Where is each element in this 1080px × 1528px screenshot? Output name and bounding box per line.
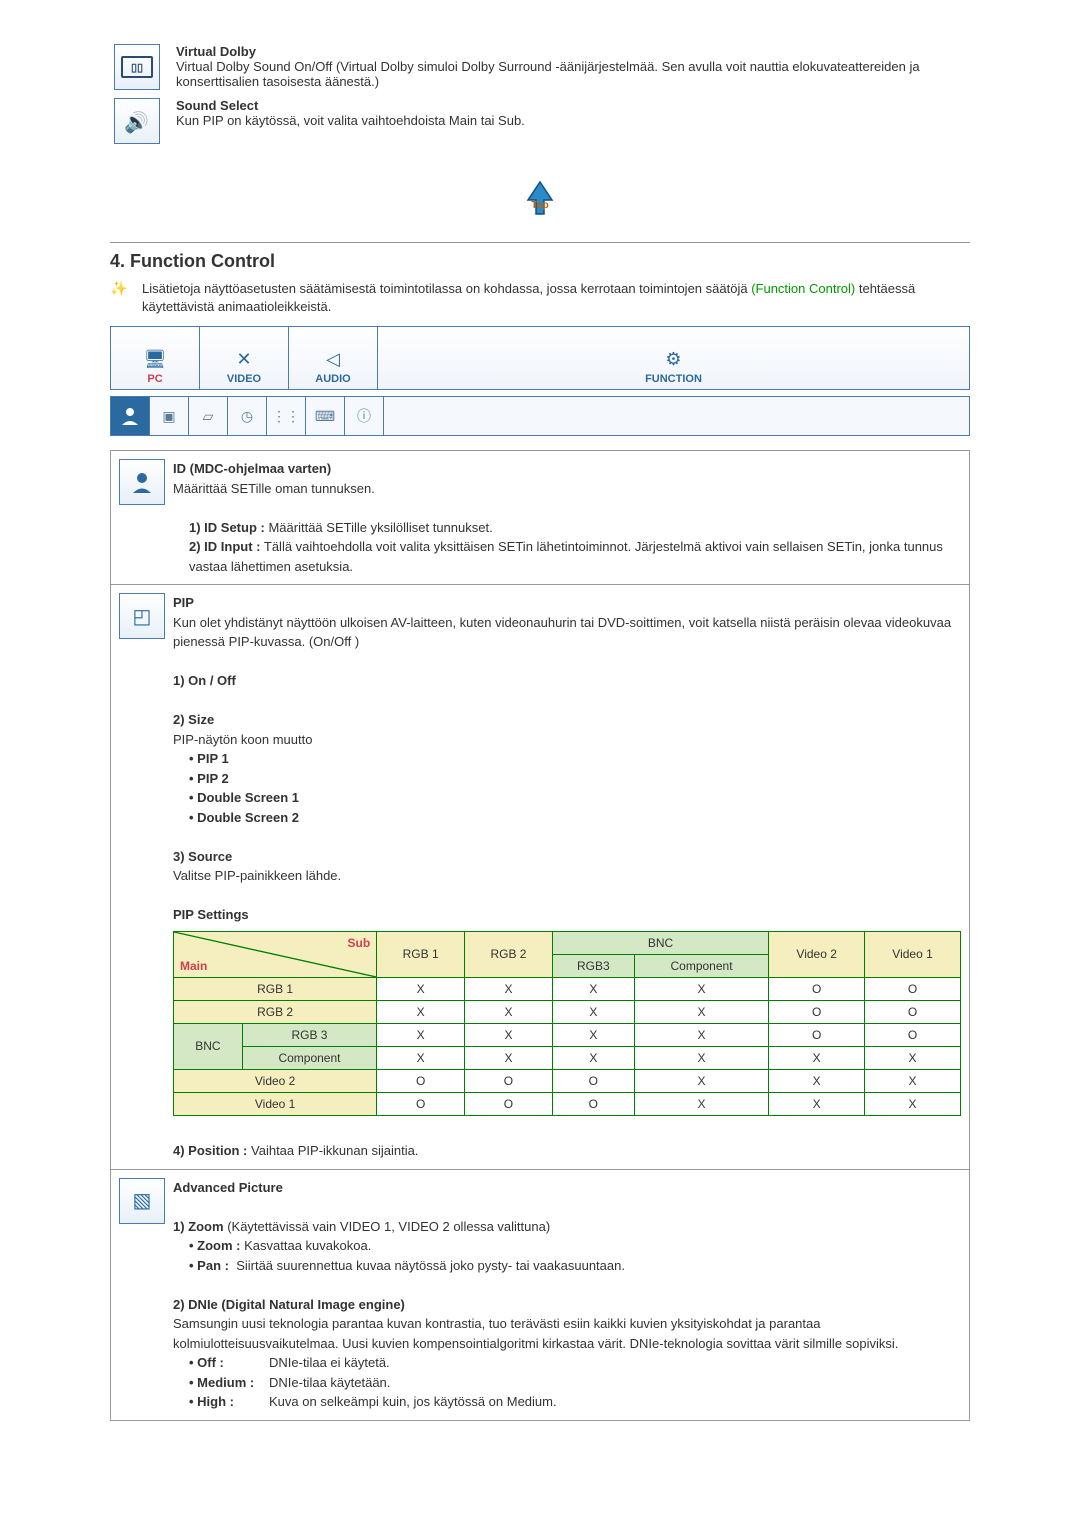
tab-function[interactable]: ⚙FUNCTION xyxy=(378,327,969,389)
sub-toolbar: ▣ ▱ ◷ ⋮⋮ ⌨ ⓘ xyxy=(110,396,970,436)
pip-settings-title: PIP Settings xyxy=(173,905,961,925)
speaker-icon xyxy=(114,98,160,144)
main-tab-bar: 🖥PC ✕VIDEO ◁AUDIO ⚙FUNCTION xyxy=(110,326,970,390)
audio-speaker-icon: ◁ xyxy=(319,347,347,371)
virtual-dolby-title: Virtual Dolby xyxy=(176,44,256,59)
audio-section: ▯▯ Virtual DolbyVirtual Dolby Sound On/O… xyxy=(110,40,970,148)
dnie-title: 2) DNIe (Digital Natural Image engine) xyxy=(173,1295,961,1315)
user-icon[interactable] xyxy=(111,397,149,435)
overlay-icon[interactable]: ▣ xyxy=(149,397,188,435)
keyboard-icon[interactable]: ⌨ xyxy=(305,397,344,435)
tab-pc[interactable]: 🖥PC xyxy=(111,327,200,389)
pip-source-desc: Valitse PIP-painikkeen lähde. xyxy=(173,866,961,886)
sound-select-title: Sound Select xyxy=(176,98,258,113)
top-link[interactable]: Top xyxy=(518,178,562,222)
advanced-picture-icon: ▧ xyxy=(119,1178,165,1224)
monitor-icon: 🖥 xyxy=(141,347,169,371)
toolbar-spacer xyxy=(383,397,969,435)
advanced-picture-title: Advanced Picture xyxy=(173,1178,961,1198)
id-user-icon xyxy=(119,459,165,505)
id-desc: Määrittää SETille oman tunnuksen. xyxy=(173,479,961,499)
divider xyxy=(110,242,970,243)
video-x-icon: ✕ xyxy=(230,347,258,371)
pip-size-desc: PIP-näytön koon muutto xyxy=(173,730,961,750)
tab-video[interactable]: ✕VIDEO xyxy=(200,327,289,389)
id-title: ID (MDC-ohjelmaa varten) xyxy=(173,461,331,476)
pip-icon: ◰ xyxy=(119,593,165,639)
dolby-icon: ▯▯ xyxy=(114,44,160,90)
pip-size-title: 2) Size xyxy=(173,710,961,730)
function-control-link[interactable]: (Function Control) xyxy=(751,281,855,296)
sound-select-desc: Kun PIP on käytössä, voit valita vaihtoe… xyxy=(176,113,525,128)
section-heading: 4. Function Control xyxy=(110,251,970,272)
pip-source-title: 3) Source xyxy=(173,847,961,867)
pip-title: PIP xyxy=(173,595,194,610)
svg-text:Top: Top xyxy=(531,200,549,211)
pip-desc: Kun olet yhdistänyt näyttöön ulkoisen AV… xyxy=(173,613,961,652)
function-details: ID (MDC-ohjelmaa varten) Määrittää SETil… xyxy=(110,450,970,1421)
clock-icon[interactable]: ◷ xyxy=(227,397,266,435)
sliders-icon: ⚙ xyxy=(660,347,688,371)
dots-icon[interactable]: ⋮⋮ xyxy=(266,397,305,435)
virtual-dolby-desc: Virtual Dolby Sound On/Off (Virtual Dolb… xyxy=(176,59,920,89)
crop-icon[interactable]: ▱ xyxy=(188,397,227,435)
dnie-desc: Samsungin uusi teknologia parantaa kuvan… xyxy=(173,1314,961,1353)
pip-settings-table: Main Sub RGB 1 RGB 2 BNC Video 2 Video 1… xyxy=(173,931,961,1116)
info-icon[interactable]: ⓘ xyxy=(344,397,383,435)
wand-icon: ✨ xyxy=(110,280,134,296)
pip-onoff: 1) On / Off xyxy=(173,671,961,691)
tab-audio[interactable]: ◁AUDIO xyxy=(289,327,378,389)
intro-text: Lisätietoja näyttöasetusten säätämisestä… xyxy=(142,280,970,316)
